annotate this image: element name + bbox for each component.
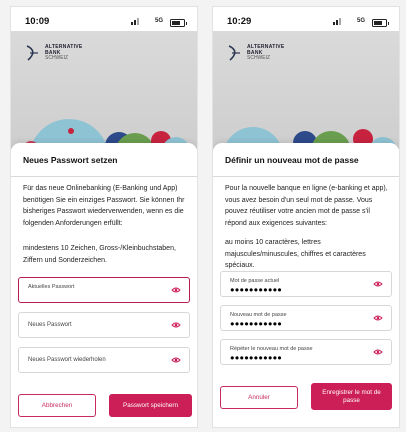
battery-icon (170, 19, 187, 27)
network-label: 5G (154, 18, 163, 24)
cancel-button[interactable]: Annuler (220, 386, 298, 409)
password-value: ●●●●●●●●●●● (230, 285, 283, 294)
intro-text: Pour la nouvelle banque en ligne (e-bank… (225, 185, 388, 227)
sheet-title: Définir un nouveau mot de passe (225, 155, 359, 165)
requirements-text: au moins 10 caractères, lettres majuscul… (225, 239, 366, 269)
new-password-field[interactable]: Nouveau mot de passe ●●●●●●●●●●● (220, 305, 392, 331)
repeat-password-field[interactable]: Neues Passwort wiederholen (18, 347, 190, 373)
password-sheet: Neues Passwort setzen Für das neue Onlin… (11, 143, 197, 427)
field-label: Neues Passwort wiederholen (28, 357, 106, 363)
signal-icon (333, 18, 343, 25)
hero-banner: ALTERNATIVE BANK SCHWEIZ (11, 31, 197, 149)
save-password-button[interactable]: Passwort speichern (109, 394, 192, 417)
password-value: ●●●●●●●●●●● (230, 319, 283, 328)
field-label: Nouveau mot de passe (230, 312, 287, 318)
save-password-button[interactable]: Enregistrer le mot de passe (311, 383, 392, 410)
current-password-field[interactable]: Mot de passe actuel ●●●●●●●●●●● (220, 271, 392, 297)
eye-icon[interactable] (171, 355, 181, 365)
repeat-password-field[interactable]: Répéter le nouveau mot de passe ●●●●●●●●… (220, 339, 392, 365)
new-password-field[interactable]: Neues Passwort (18, 312, 190, 338)
password-sheet: Définir un nouveau mot de passe Pour la … (213, 143, 399, 427)
sheet-title: Neues Passwort setzen (23, 155, 118, 165)
eye-icon[interactable] (171, 285, 181, 295)
eye-icon[interactable] (373, 347, 383, 357)
intro-text: Für das neue Onlinebanking (E-Banking un… (23, 185, 185, 227)
status-bar: 10:09 5G (11, 7, 197, 31)
phone-screen-french: 10:29 5G ALTERNATIVE BANK SCHWEIZ Défini… (212, 6, 400, 428)
status-time: 10:29 (227, 16, 252, 27)
hero-banner: ALTERNATIVE BANK SCHWEIZ (213, 31, 399, 149)
hero-decoration (23, 119, 190, 149)
current-password-field[interactable]: Aktuelles Passwort (18, 277, 190, 303)
eye-icon[interactable] (373, 279, 383, 289)
eye-icon[interactable] (171, 320, 181, 330)
password-value: ●●●●●●●●●●● (230, 353, 283, 362)
field-label: Mot de passe actuel (230, 278, 280, 284)
field-label: Répéter le nouveau mot de passe (230, 346, 313, 352)
status-bar: 10:29 5G (213, 7, 399, 31)
divider (11, 176, 197, 177)
field-label: Neues Passwort (28, 322, 72, 328)
phone-screen-german: 10:09 5G ALTERNATIVE BANK SCHWEIZ Neues (10, 6, 198, 428)
hero-decoration (224, 127, 397, 149)
eye-icon[interactable] (373, 313, 383, 323)
requirements-text: mindestens 10 Zeichen, Gross-/Kleinbuchs… (23, 245, 176, 264)
divider (213, 176, 399, 177)
signal-icon (131, 18, 141, 25)
status-time: 10:09 (25, 16, 50, 27)
battery-icon (372, 19, 389, 27)
cancel-button[interactable]: Abbrechen (18, 394, 96, 417)
field-label: Aktuelles Passwort (28, 284, 75, 290)
network-label: 5G (356, 18, 365, 24)
